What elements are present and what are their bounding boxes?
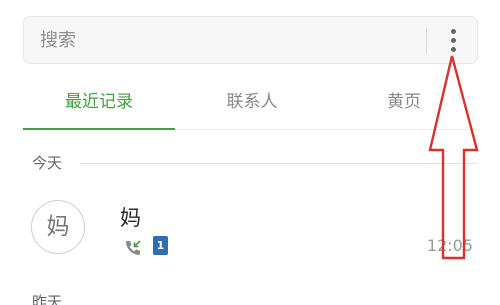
search-divider <box>426 28 427 54</box>
call-log-screen: 搜索 最近记录 联系人 黄页 今天 妈 妈 1 12:05 昨天 <box>0 0 500 305</box>
avatar[interactable]: 妈 <box>31 200 85 254</box>
section-next-label: 昨天 <box>32 292 82 305</box>
section-next-text: 昨天 <box>32 293 63 305</box>
more-menu-button[interactable] <box>442 25 464 57</box>
tab-recent[interactable]: 最近记录 <box>23 87 175 117</box>
search-placeholder[interactable]: 搜索 <box>40 29 76 53</box>
sim-badge: 1 <box>153 236 168 255</box>
more-vert-icon-dot <box>451 47 456 52</box>
section-today-label: 今天 <box>32 154 63 172</box>
call-log-row[interactable]: 妈 妈 1 12:05 <box>0 188 500 283</box>
more-vert-icon-dot <box>451 38 456 43</box>
active-tab-indicator <box>23 128 175 130</box>
tab-yellow-pages[interactable]: 黄页 <box>329 87 479 117</box>
more-vert-icon <box>451 29 456 34</box>
contact-name: 妈 <box>120 206 141 230</box>
section-divider <box>80 163 478 164</box>
incoming-call-icon <box>126 240 141 255</box>
call-time: 12:05 <box>426 236 473 255</box>
tab-contacts[interactable]: 联系人 <box>176 87 328 117</box>
search-bar[interactable]: 搜索 <box>23 16 478 64</box>
